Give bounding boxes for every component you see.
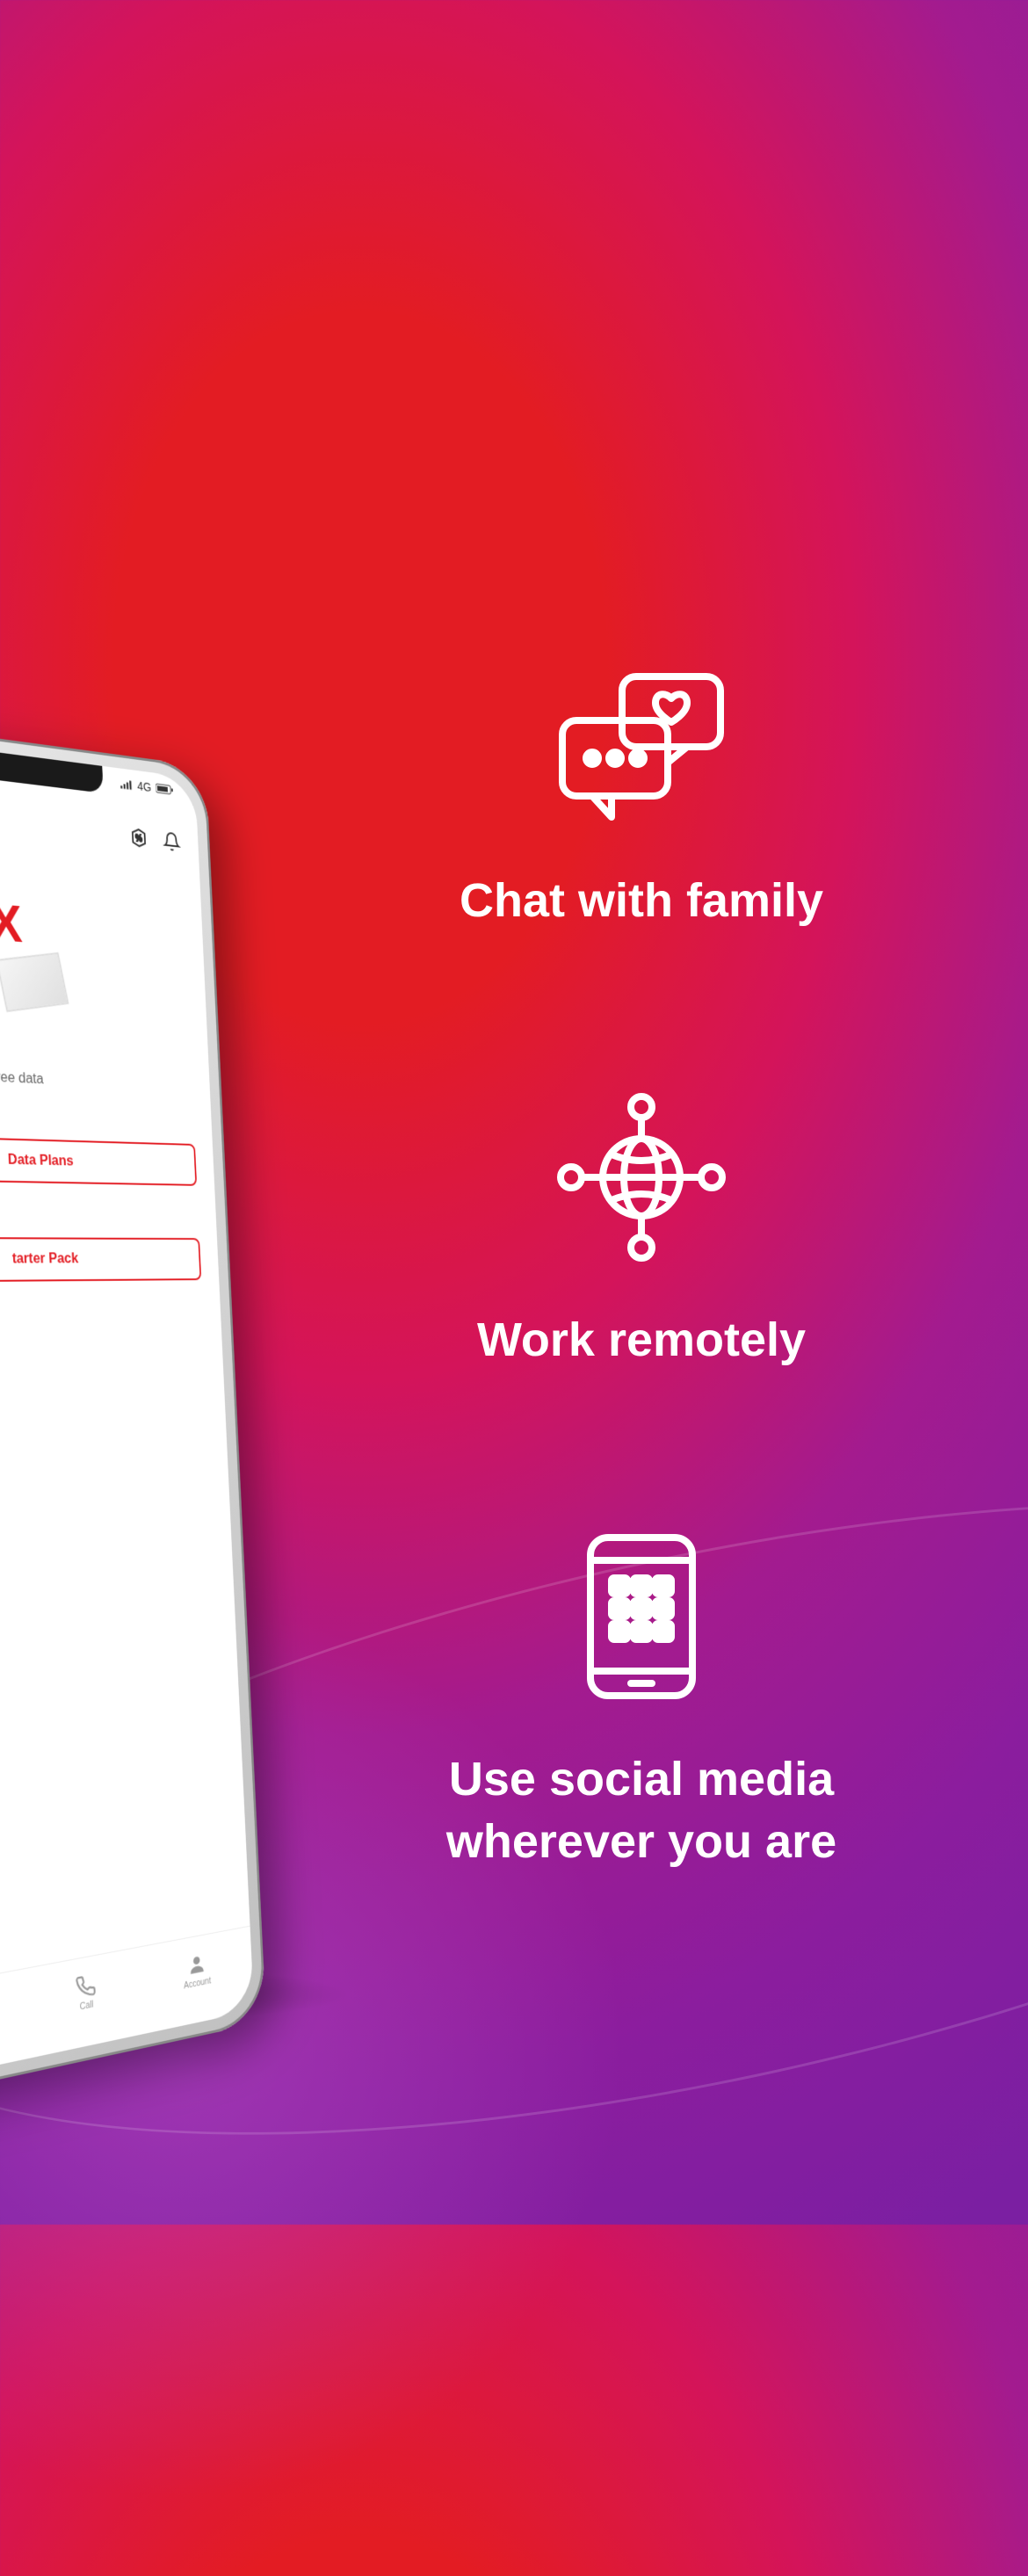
feature-chat-label: Chat with family xyxy=(460,870,823,931)
phone-screen: 4G IROAM X % xyxy=(0,734,254,2083)
battery-icon xyxy=(156,783,174,795)
nav-call[interactable]: Call xyxy=(75,1972,97,2013)
feature-social-label: Use social media wherever you are xyxy=(446,1748,836,1871)
content-description: and starter pack our free data xyxy=(0,1061,192,1097)
card-x-logo: X xyxy=(0,891,24,954)
phone-frame: 4G IROAM X % xyxy=(0,717,266,2101)
phone-notch xyxy=(0,748,104,793)
phone-status-bar: 4G xyxy=(120,777,174,797)
nav-account[interactable]: Account xyxy=(183,1950,212,1991)
feature-social: Use social media wherever you are xyxy=(446,1529,836,1871)
signal-icon xyxy=(120,778,133,790)
network-label: 4G xyxy=(137,779,152,794)
starter-pack-button[interactable]: tarter Pack xyxy=(0,1237,201,1283)
feature-work-label: Work remotely xyxy=(477,1309,806,1371)
globe-network-icon xyxy=(554,1089,729,1265)
phone-content: and starter pack our free data oes it wo… xyxy=(0,1061,203,1310)
data-plans-button[interactable]: Data Plans xyxy=(0,1134,197,1186)
svg-text:%: % xyxy=(135,834,142,844)
phone-mockup: 4G IROAM X % xyxy=(0,717,266,2101)
starter-pack-text: ive your starter pack xyxy=(0,1207,199,1224)
feature-work: Work remotely xyxy=(477,1089,806,1371)
nav-call-label: Call xyxy=(80,2000,94,2012)
discount-icon[interactable]: % xyxy=(129,827,148,849)
call-icon xyxy=(75,1972,97,2000)
account-icon xyxy=(186,1951,206,1978)
feature-chat: Chat with family xyxy=(460,668,823,931)
feature-list: Chat with family xyxy=(343,668,940,1872)
nav-account-label: Account xyxy=(184,1976,211,1991)
bell-icon[interactable] xyxy=(163,830,181,852)
card-envelope xyxy=(0,952,69,1012)
phone-apps-icon xyxy=(580,1529,703,1704)
chat-icon xyxy=(554,668,729,826)
how-it-works-link[interactable]: oes it work? xyxy=(0,1102,194,1127)
phone-card-graphic: X xyxy=(0,851,191,1052)
header-icons: % xyxy=(129,827,181,852)
